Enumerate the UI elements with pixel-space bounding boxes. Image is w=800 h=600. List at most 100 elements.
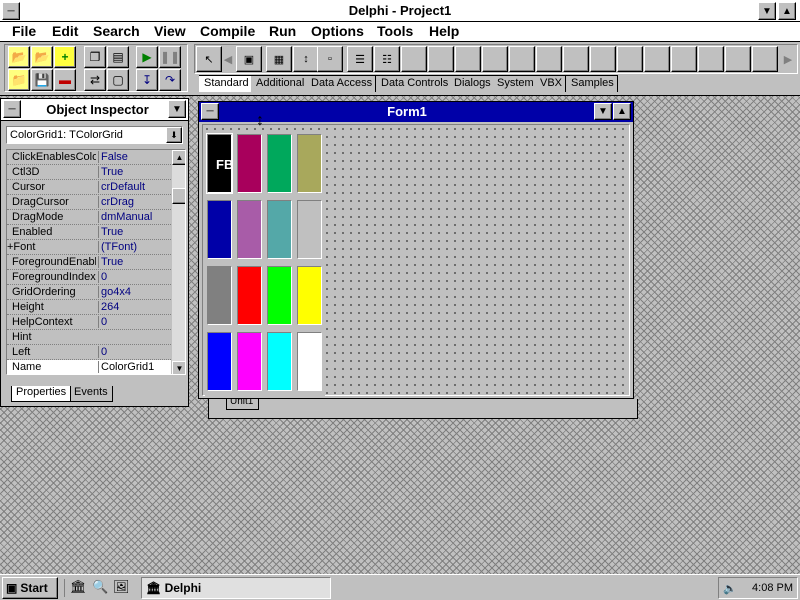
property-value[interactable]: crDrag <box>98 196 170 208</box>
property-value[interactable]: 0 <box>98 271 170 283</box>
maximize-icon[interactable]: ▲ <box>778 2 796 20</box>
code-editor-window[interactable] <box>208 399 638 419</box>
component-selector[interactable]: ColorGrid1: TColorGrid ⬇ <box>6 126 183 144</box>
tab-data-access[interactable]: Data Access <box>306 75 377 92</box>
menu-help[interactable]: Help <box>429 23 459 39</box>
object-inspector-title-bar[interactable]: ─ Object Inspector ▼ <box>1 99 188 121</box>
pointer-tool-icon[interactable]: ↖ <box>196 46 222 72</box>
clock[interactable]: 4:08 PM <box>752 582 793 594</box>
property-value[interactable]: 0 <box>98 316 170 328</box>
color-cell[interactable] <box>297 134 322 193</box>
directory-outline-icon[interactable]: ☰ <box>347 46 373 72</box>
add-file-icon[interactable]: + <box>54 46 76 68</box>
menu-edit[interactable]: Edit <box>52 23 78 39</box>
color-cell[interactable] <box>207 332 232 391</box>
property-value[interactable]: 0 <box>98 346 170 358</box>
tab-samples[interactable]: Samples <box>566 75 618 92</box>
step-over-icon[interactable]: ↷ <box>159 69 181 91</box>
property-value[interactable]: False <box>98 151 170 163</box>
property-value[interactable]: (TFont) <box>98 241 170 253</box>
system-menu-icon[interactable]: ─ <box>201 103 219 120</box>
explorer-icon[interactable]: 🔍 <box>92 579 108 595</box>
toggle-form-unit-icon[interactable]: ⇄ <box>84 69 106 91</box>
save-icon[interactable]: 💾 <box>31 69 53 91</box>
tab-properties[interactable]: Properties <box>11 386 72 402</box>
menu-file[interactable]: File <box>12 23 36 39</box>
remove-file-icon[interactable]: ▬ <box>54 69 76 91</box>
quick-launch-icon[interactable]: 🏛 <box>70 579 87 595</box>
scroll-down-icon[interactable]: ▼ <box>172 361 185 374</box>
main-title-bar[interactable]: ─ Delphi - Project1 ▼ ▲ <box>0 0 800 22</box>
tab-vbx[interactable]: VBX <box>535 75 567 92</box>
start-button[interactable]: ▣ Start <box>2 577 58 599</box>
form-client-area[interactable]: FB <box>202 124 630 396</box>
property-row[interactable]: Cursor crDefault <box>7 180 171 195</box>
color-cell[interactable] <box>267 332 292 391</box>
property-row[interactable]: +Font (TFont) <box>7 240 171 255</box>
palette-scroll-left-icon[interactable]: ◀ <box>222 46 234 72</box>
property-row[interactable]: ForegroundIndex 0 <box>7 270 171 285</box>
tab-standard[interactable]: Standard <box>199 75 253 92</box>
select-unit-icon[interactable]: ❐ <box>84 46 106 68</box>
scroll-up-icon[interactable]: ▲ <box>172 150 185 165</box>
taskbar-delphi-button[interactable]: 🏛 Delphi <box>141 577 331 599</box>
form-title-bar[interactable]: ─ Form1 ▼ ▲ <box>199 102 633 122</box>
pause-icon[interactable]: ❚❚ <box>159 46 181 68</box>
color-cell[interactable] <box>237 266 262 325</box>
minimize-icon[interactable]: ▼ <box>594 103 612 120</box>
select-form-icon[interactable]: ▤ <box>107 46 129 68</box>
property-value[interactable]: True <box>98 226 170 238</box>
calendar-icon[interactable]: ☷ <box>374 46 400 72</box>
minimize-icon[interactable]: ▼ <box>168 100 186 118</box>
desktop-icon[interactable]: 🖼 <box>113 579 130 595</box>
color-cell[interactable] <box>207 200 232 259</box>
color-cell[interactable] <box>297 266 322 325</box>
color-cell[interactable] <box>267 134 292 193</box>
menu-tools[interactable]: Tools <box>377 23 413 39</box>
property-row[interactable]: ForegroundEnabl True <box>7 255 171 270</box>
new-form-icon[interactable]: ▢ <box>107 69 129 91</box>
color-cell[interactable] <box>267 266 292 325</box>
open-icon[interactable]: 📁 <box>8 69 30 91</box>
color-cell[interactable]: FB <box>206 133 233 194</box>
color-cell[interactable] <box>237 332 262 391</box>
spin-edit-icon[interactable]: ▫ <box>317 46 343 72</box>
gauge-component-icon[interactable]: ▦ <box>266 46 292 72</box>
menu-options[interactable]: Options <box>311 23 364 39</box>
minimize-icon[interactable]: ▼ <box>758 2 776 20</box>
maximize-icon[interactable]: ▲ <box>613 103 631 120</box>
property-row[interactable]: Enabled True <box>7 225 171 240</box>
open-file-icon[interactable]: 📂 <box>31 46 53 68</box>
property-value[interactable]: True <box>98 256 170 268</box>
color-cell[interactable] <box>237 134 262 193</box>
trace-into-icon[interactable]: ↧ <box>136 69 158 91</box>
property-row[interactable]: Hint <box>7 330 171 345</box>
property-row[interactable]: Ctl3D True <box>7 165 171 180</box>
property-value-editor[interactable]: ColorGrid1 <box>98 361 170 373</box>
spin-button-icon[interactable]: ↕ <box>293 46 319 72</box>
tab-system[interactable]: System <box>492 75 538 92</box>
scroll-thumb[interactable] <box>172 188 185 204</box>
property-value[interactable]: dmManual <box>98 211 170 223</box>
property-value[interactable]: True <box>98 166 170 178</box>
tab-data-controls[interactable]: Data Controls <box>376 75 453 92</box>
menu-compile[interactable]: Compile <box>200 23 255 39</box>
color-cell[interactable] <box>237 200 262 259</box>
color-grid[interactable]: FB <box>205 132 325 396</box>
property-row[interactable]: GridOrdering go4x4 <box>7 285 171 300</box>
tab-dialogs[interactable]: Dialogs <box>449 75 495 92</box>
palette-scroll-right-icon[interactable]: ▶ <box>780 46 796 72</box>
run-icon[interactable]: ▶ <box>136 46 158 68</box>
color-cell[interactable] <box>297 332 322 391</box>
property-value[interactable]: go4x4 <box>98 286 170 298</box>
menu-run[interactable]: Run <box>269 23 296 39</box>
color-cell[interactable] <box>207 266 232 325</box>
property-row[interactable]: DragCursor crDrag <box>7 195 171 210</box>
dropdown-arrow-icon[interactable]: ⬇ <box>166 127 182 143</box>
property-row[interactable]: Height 264 <box>7 300 171 315</box>
color-grid-component-icon[interactable]: ▣ <box>236 46 262 72</box>
tab-events[interactable]: Events <box>70 386 113 402</box>
menu-search[interactable]: Search <box>93 23 140 39</box>
speaker-icon[interactable]: 🔈 <box>723 582 737 595</box>
property-row[interactable]: ClickEnablesColo False <box>7 150 171 165</box>
